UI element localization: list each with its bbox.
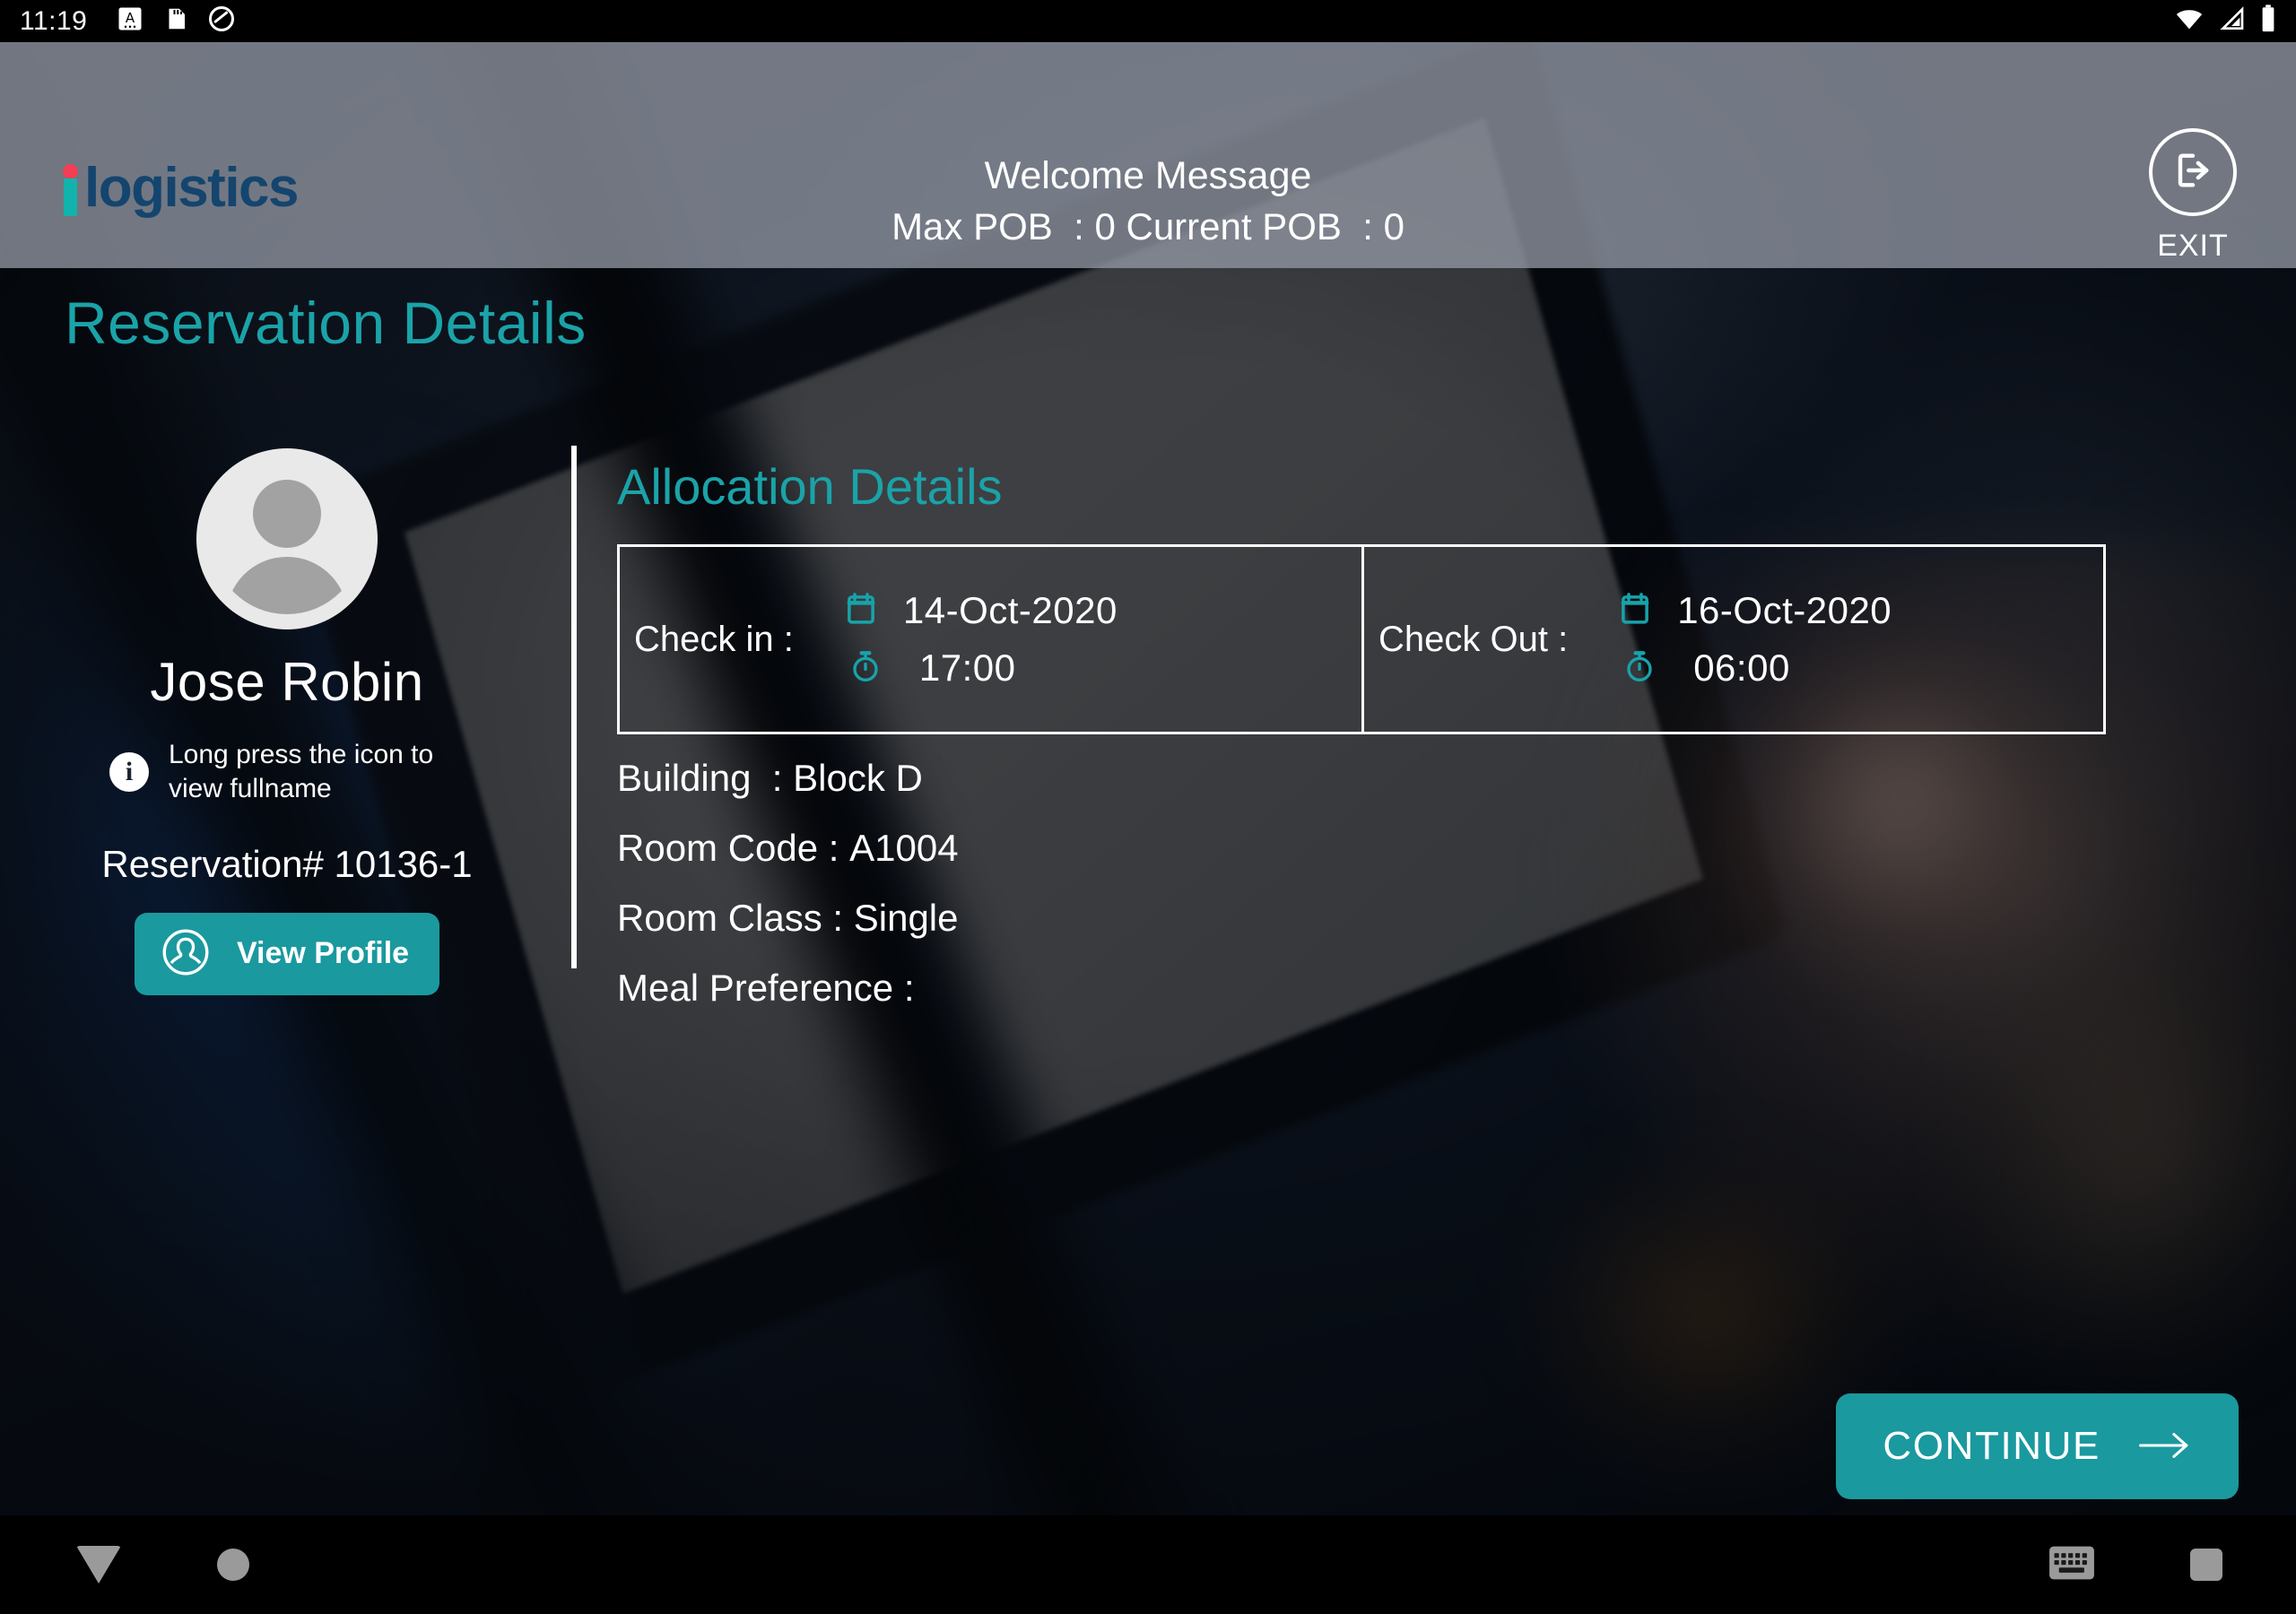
- detail-value: Single: [853, 897, 959, 939]
- check-out-label: Check Out :: [1378, 619, 1569, 659]
- check-out-date: 16-Oct-2020: [1677, 589, 1892, 631]
- info-icon: i: [109, 752, 149, 793]
- allocation-details-title: Allocation Details: [617, 458, 1003, 515]
- app-header: logistics Welcome Message Max POB : 0 Cu…: [0, 42, 2296, 268]
- allocation-detail-list: Building : Block D Room Code : A1004 Roo…: [617, 759, 2106, 1007]
- detail-row-room-code: Room Code : A1004: [617, 829, 2106, 867]
- android-nav-bar: [0, 1515, 2296, 1614]
- android-status-bar: 11:19 A: [0, 0, 2296, 42]
- detail-separator: :: [893, 967, 926, 1009]
- nav-home-button[interactable]: [184, 1515, 283, 1614]
- nav-recents-button[interactable]: [2157, 1515, 2256, 1614]
- arrow-right-icon: [2136, 1427, 2192, 1466]
- detail-row-building: Building : Block D: [617, 759, 2106, 797]
- cellular-signal-icon: [2217, 4, 2246, 38]
- detail-separator: :: [822, 897, 854, 939]
- check-in-cell: Check in : 14-Oct-2020 17:00: [620, 547, 1361, 732]
- current-pob-label: Current POB :: [1115, 205, 1384, 248]
- detail-value: A1004: [849, 827, 959, 869]
- vertical-divider: [571, 446, 577, 968]
- do-not-disturb-icon: [208, 5, 235, 37]
- logo-wordmark: logistics: [84, 157, 300, 219]
- detail-key: Building: [617, 757, 762, 799]
- logo-stem-icon: [64, 178, 77, 216]
- status-bar-clock: 11:19: [20, 5, 88, 36]
- detail-key: Meal Preference: [617, 967, 894, 1009]
- back-triangle-icon: [76, 1546, 121, 1584]
- continue-label: CONTINUE: [1883, 1424, 2100, 1468]
- welcome-title: Welcome Message: [984, 154, 1312, 197]
- check-out-time-row: 06:00: [1616, 646, 1892, 690]
- current-pob-value: 0: [1383, 205, 1405, 248]
- check-in-date-row: 14-Oct-2020: [842, 589, 1118, 632]
- check-out-date-row: 16-Oct-2020: [1616, 589, 1892, 632]
- calendar-icon: [842, 590, 880, 632]
- check-out-time: 06:00: [1693, 646, 1790, 689]
- allocation-details-panel: Allocation Details Check in : 14-Oct-202…: [617, 457, 2106, 1039]
- detail-row-meal-preference: Meal Preference :: [617, 969, 2106, 1007]
- view-profile-button[interactable]: View Profile: [134, 912, 440, 995]
- fullname-hint-text: Long press the icon to view fullname: [169, 740, 434, 804]
- welcome-block: Welcome Message Max POB : 0 Current POB …: [0, 152, 2296, 251]
- check-in-date: 14-Oct-2020: [902, 589, 1118, 631]
- keyboard-icon: [2048, 1545, 2095, 1585]
- pob-line: Max POB : 0 Current POB : 0: [0, 204, 2296, 251]
- detail-separator: :: [761, 757, 794, 799]
- check-in-time: 17:00: [918, 646, 1016, 689]
- exit-icon-circle[interactable]: [2149, 128, 2237, 216]
- logout-icon: [2168, 145, 2218, 200]
- detail-row-room-class: Room Class : Single: [617, 899, 2106, 937]
- check-out-values: 16-Oct-2020 06:00: [1616, 589, 1892, 690]
- battery-icon: [2258, 4, 2278, 39]
- user-avatar-icon: [212, 464, 362, 614]
- recents-square-icon: [2190, 1549, 2222, 1581]
- page-title: Reservation Details: [65, 290, 587, 356]
- view-profile-label: View Profile: [236, 936, 410, 971]
- wifi-icon: [2174, 4, 2205, 39]
- status-bar-right-icons: [2174, 0, 2278, 42]
- nav-back-button[interactable]: [49, 1515, 148, 1614]
- check-in-values: 14-Oct-2020 17:00: [842, 589, 1118, 690]
- fullname-hint: i Long press the icon to view fullname: [109, 738, 465, 807]
- nav-keyboard-button[interactable]: [2022, 1515, 2121, 1614]
- exit-label: EXIT: [2157, 229, 2229, 263]
- avatar[interactable]: [196, 448, 378, 629]
- logo-dot-icon: [63, 164, 78, 179]
- check-in-out-box: Check in : 14-Oct-2020 17:00 Check Out:…: [617, 544, 2106, 734]
- max-pob-value: 0: [1094, 205, 1116, 248]
- alphabet-input-icon: A: [117, 5, 144, 37]
- stopwatch-icon: [848, 648, 883, 689]
- app-root: 11:19 A logistics Welcome Message Max PO…: [0, 0, 2296, 1614]
- svg-text:A: A: [126, 10, 135, 26]
- check-in-label: Check in :: [634, 619, 794, 659]
- exit-button[interactable]: EXIT: [2149, 128, 2237, 264]
- stopwatch-icon: [1622, 648, 1657, 689]
- sd-card-icon: [162, 5, 189, 37]
- check-out-cell: Check Out : 16-Oct-2020 06:00: [1361, 547, 2103, 732]
- calendar-icon: [1616, 590, 1654, 632]
- user-name: Jose Robin: [150, 652, 424, 712]
- continue-button[interactable]: CONTINUE: [1836, 1393, 2239, 1499]
- detail-key: Room Code: [617, 827, 819, 869]
- detail-separator: :: [818, 827, 850, 869]
- app-logo: logistics: [61, 157, 300, 219]
- detail-key: Room Class: [617, 897, 822, 939]
- check-in-time-row: 17:00: [842, 646, 1118, 690]
- reservation-number: Reservation# 10136-1: [101, 842, 473, 885]
- max-pob-label: Max POB :: [891, 205, 1095, 248]
- home-circle-icon: [217, 1549, 249, 1581]
- status-bar-left-icons: A: [117, 5, 235, 37]
- detail-value: Block D: [793, 757, 923, 799]
- logo-i-mark: [61, 164, 81, 216]
- profile-panel: Jose Robin i Long press the icon to view…: [0, 448, 574, 995]
- person-outline-icon: [158, 924, 213, 983]
